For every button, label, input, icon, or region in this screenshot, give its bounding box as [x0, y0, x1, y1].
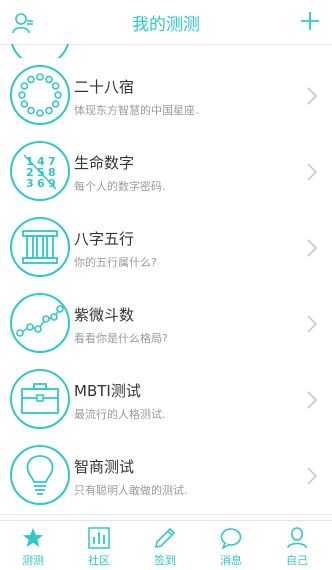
tab-shequ[interactable]: 社区 — [66, 521, 132, 570]
plus-icon[interactable] — [300, 11, 320, 31]
item-name: 二十八宿 — [74, 78, 135, 96]
chevron-right-icon — [307, 315, 318, 333]
svg-text:3: 3 — [26, 177, 34, 190]
list-item-ershiba[interactable]: 二十八宿 体现东方智慧的中国星座. — [0, 58, 332, 135]
person-icon — [287, 527, 307, 549]
chat-bubble-icon — [220, 528, 242, 549]
tab-label: 自己 — [286, 554, 308, 567]
tab-ziji[interactable]: 自己 — [264, 521, 330, 570]
item-desc: 你的五行属什么? — [74, 256, 157, 269]
constellation-ring-icon — [10, 65, 70, 125]
test-list: 二十八宿 体现东方智慧的中国星座. 1 4 7 2 5 8 3 6 9 生命数字… — [0, 44, 332, 520]
lightbulb-icon — [10, 445, 70, 505]
bar-chart-icon — [88, 527, 110, 549]
item-desc: 只有聪明人敢做的测试. — [74, 484, 188, 497]
item-name: 智商测试 — [74, 458, 135, 476]
star-chart-icon — [10, 293, 70, 353]
list-item-zhishang[interactable]: 智商测试 只有聪明人敢做的测试. — [0, 438, 332, 515]
tab-label: 测测 — [22, 554, 44, 567]
tab-xiaoxi[interactable]: 消息 — [198, 521, 264, 570]
tab-label: 签到 — [154, 554, 176, 567]
list-item-shengming[interactable]: 1 4 7 2 5 8 3 6 9 生命数字 每个人的数字密码. — [0, 134, 332, 211]
chevron-right-icon — [307, 163, 318, 181]
list-item-bazi[interactable]: 八字五行 你的五行属什么? — [0, 210, 332, 287]
top-bar: 我的测测 — [0, 0, 332, 45]
tab-qiandao[interactable]: 签到 — [132, 521, 198, 570]
chevron-right-icon — [307, 391, 318, 409]
item-name: 紫微斗数 — [74, 306, 135, 324]
item-desc: 每个人的数字密码. — [74, 180, 166, 193]
item-desc: 最流行的人格测试. — [74, 408, 166, 421]
item-desc: 体现东方智慧的中国星座. — [74, 104, 199, 117]
tab-label: 消息 — [220, 554, 242, 567]
chevron-right-icon — [307, 87, 318, 105]
list-item-mbti[interactable]: MBTI测试 最流行的人格测试. — [0, 362, 332, 439]
svg-text:6: 6 — [37, 177, 45, 190]
tab-ceice[interactable]: 测测 — [0, 521, 66, 570]
number-grid-icon: 1 4 7 2 5 8 3 6 9 — [10, 141, 70, 201]
pillars-icon — [10, 217, 70, 277]
list-item-ziwei[interactable]: 紫微斗数 看看你是什么格局? — [0, 286, 332, 363]
chevron-right-icon — [307, 467, 318, 485]
page-title: 我的测测 — [132, 15, 200, 35]
item-name: MBTI测试 — [74, 382, 141, 400]
item-name: 生命数字 — [74, 154, 135, 172]
bottom-tab-bar: 测测 社区 签到 消息 自己 — [0, 520, 332, 570]
item-name: 八字五行 — [74, 230, 135, 248]
star-icon — [23, 528, 43, 547]
pen-icon — [154, 527, 176, 549]
tab-label: 社区 — [88, 554, 110, 567]
item-desc: 看看你是什么格局? — [74, 332, 168, 345]
chevron-right-icon — [307, 239, 318, 257]
briefcase-icon — [10, 369, 70, 429]
